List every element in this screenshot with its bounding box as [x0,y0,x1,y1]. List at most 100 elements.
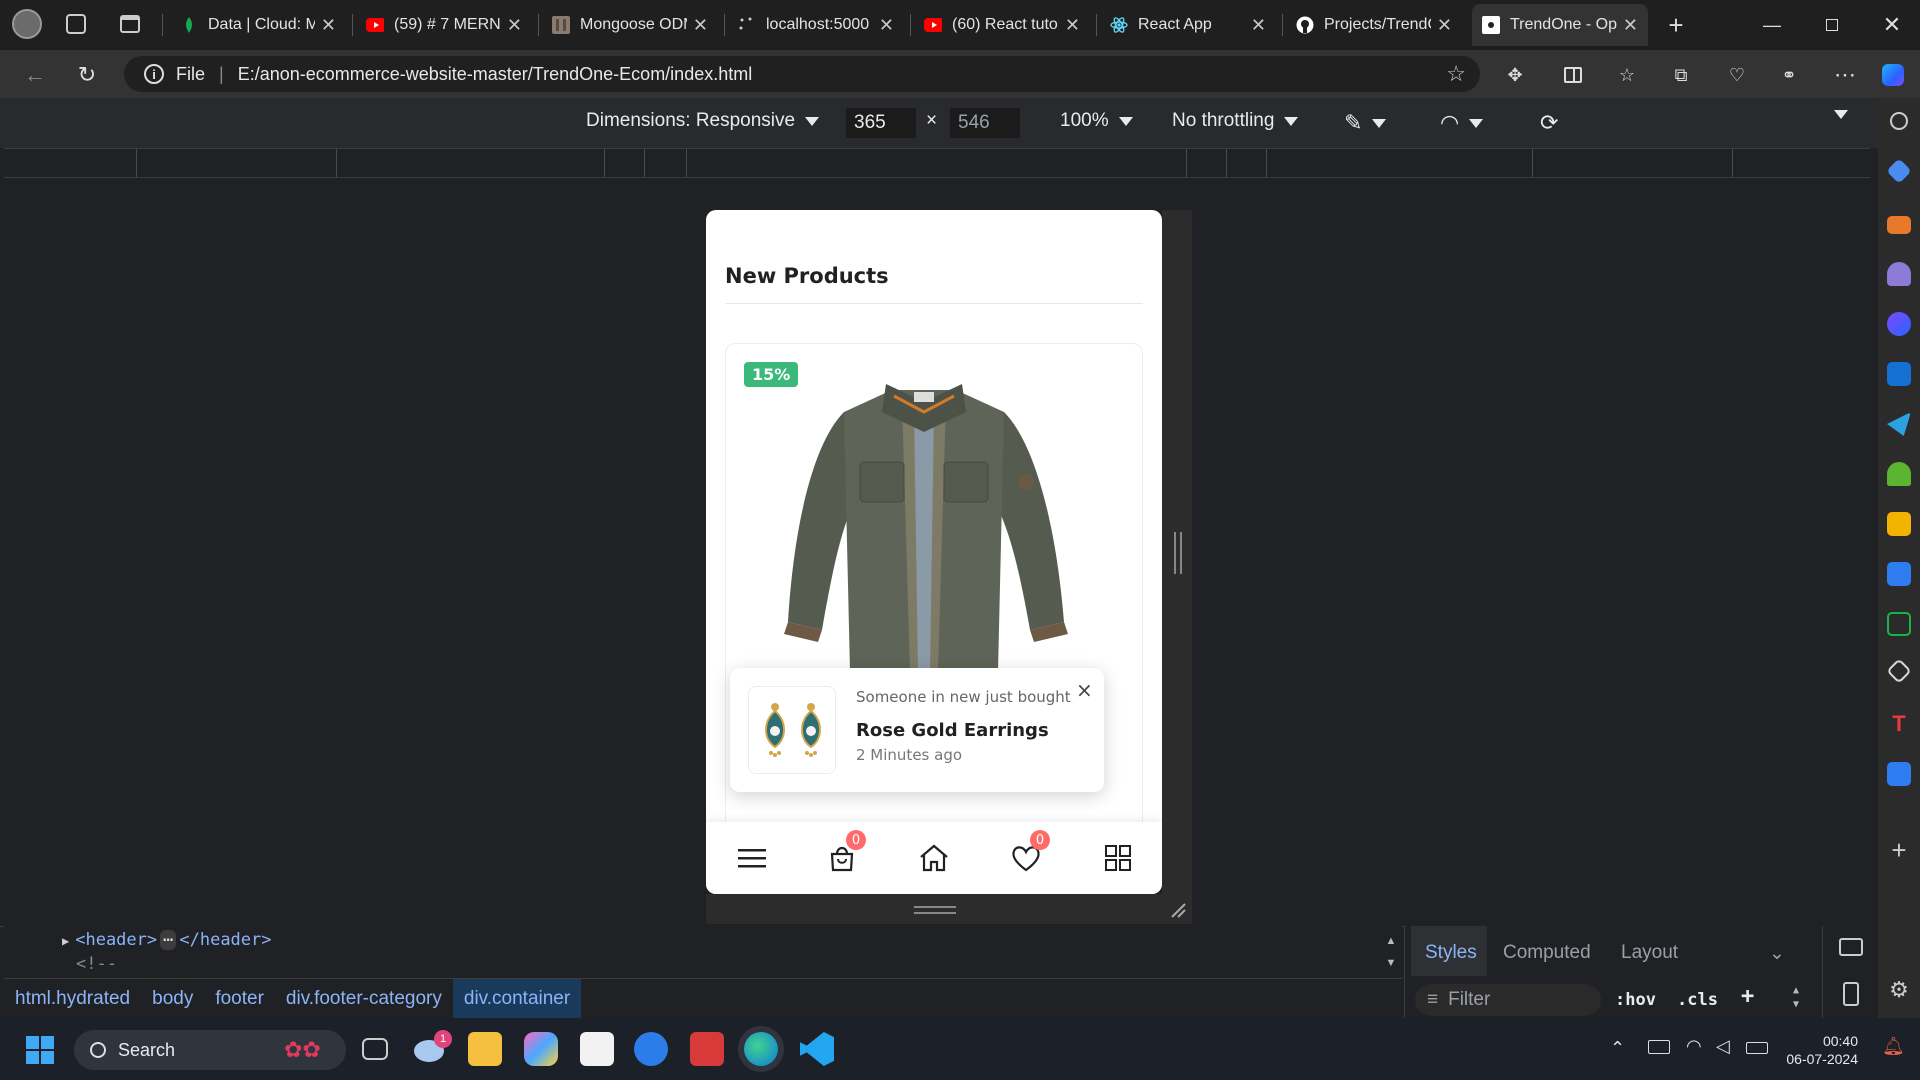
purchase-notification-toast[interactable]: Someone in new just bought Rose Gold Ear… [730,668,1104,792]
tools-briefcase-icon[interactable] [1887,216,1911,234]
product-card[interactable]: 15% [725,343,1143,894]
tab-youtube-mern[interactable]: (59) # 7 MERN ✕ [356,4,532,46]
taskbar-clock[interactable]: 00:40 06-07-2024 [1782,1032,1858,1068]
volume-icon[interactable]: ◁ [1716,1036,1730,1057]
windows-start-icon[interactable] [26,1036,54,1064]
tab-youtube-react[interactable]: (60) React tutor ✕ [914,4,1090,46]
outlook-icon[interactable] [1887,362,1911,386]
tab-localhost[interactable]: localhost:5000 ✕ [728,4,904,46]
zoom-dropdown[interactable]: 100% [1060,110,1133,132]
store-icon[interactable] [580,1032,614,1066]
grip-icon[interactable] [914,906,956,914]
dom-node-header[interactable]: ▶ <header> ⋯ </header> [62,930,272,950]
home-button[interactable] [914,838,954,878]
dimensions-dropdown[interactable]: Dimensions: Responsive [586,110,820,132]
favorite-star-icon[interactable]: ☆ [1446,61,1466,87]
tray-chevron-icon[interactable]: ⌃ [1610,1038,1625,1059]
vision-dropdown[interactable]: ◠ [1440,110,1484,136]
menu-button[interactable] [732,838,772,878]
dock-side-icon[interactable] [1839,938,1863,956]
styles-scroll-arrows[interactable]: ▲ ▼ [1793,984,1799,1012]
vertical-tabs-icon[interactable] [120,15,140,33]
refresh-button[interactable]: ↻ [70,58,104,92]
elements-scrollbar[interactable]: ▲ ▼ [1384,930,1398,976]
favorites-icon[interactable]: ☆ [1610,58,1644,92]
address-bar[interactable]: i File | E:/anon-ecommerce-website-maste… [124,56,1480,92]
share-icon[interactable]: ⚭ [1772,58,1806,92]
copilot-side-icon[interactable] [1887,312,1911,336]
product-image[interactable] [774,372,1074,676]
tab-mongodb-data[interactable]: Data | Cloud: M ✕ [170,4,346,46]
gallery-icon[interactable] [1887,512,1911,536]
games-chess-icon[interactable] [1887,262,1911,286]
copilot-icon[interactable] [1876,58,1910,92]
pattern-icon[interactable] [1886,658,1912,684]
telegram-icon[interactable] [1887,412,1911,436]
edge-browser-icon[interactable] [744,1032,778,1066]
categories-button[interactable] [1098,838,1138,878]
close-tab-icon[interactable]: ✕ [1437,15,1452,36]
tab-trendone[interactable]: TrendOne - Op ✕ [1472,4,1648,46]
tab-layout[interactable]: Layout [1621,942,1678,964]
breadcrumb-item-selected[interactable]: div.container [452,978,582,1019]
search-icon[interactable] [1890,112,1908,130]
workspaces-icon[interactable] [66,14,86,34]
close-tab-icon[interactable]: ✕ [321,15,336,36]
new-style-rule-icon[interactable]: + [1741,984,1754,1009]
file-explorer-icon[interactable] [468,1032,502,1066]
battery-icon[interactable] [1746,1042,1768,1054]
close-tab-icon[interactable]: ✕ [1251,15,1266,36]
copilot-app-icon[interactable] [524,1032,558,1066]
class-toggle-button[interactable]: .cls [1677,990,1718,1010]
taskbar-search[interactable]: Search ✿✿ [74,1030,346,1070]
tab-github-projects[interactable]: Projects/TrendC ✕ [1286,4,1462,46]
tab-computed[interactable]: Computed [1503,942,1591,964]
weather-icon[interactable]: 1 [414,1030,452,1062]
settings-gear-icon[interactable]: ⚙ [1887,978,1911,1002]
vscode-icon[interactable] [800,1032,834,1066]
toast-product-title[interactable]: Rose Gold Earrings [856,720,1049,741]
height-input[interactable] [950,108,1020,138]
forms-icon[interactable] [1887,762,1911,786]
collections-icon[interactable]: ⧉ [1664,58,1698,92]
back-button[interactable]: ← [18,58,52,92]
new-tab-button[interactable]: + [1656,8,1696,42]
notion-green-icon[interactable] [1887,612,1911,636]
styles-filter-input[interactable]: ≡ Filter [1415,984,1601,1016]
keyboard-icon[interactable] [1648,1040,1670,1054]
wifi-icon[interactable]: ◠ [1686,1036,1702,1057]
close-tab-icon[interactable]: ✕ [693,15,708,36]
close-window-button[interactable]: ✕ [1872,8,1912,42]
app-gallery-icon[interactable] [690,1032,724,1066]
grip-icon[interactable] [1174,532,1182,574]
split-screen-icon[interactable] [1556,58,1590,92]
notification-bell-icon[interactable]: 🔔︎ [1882,1036,1905,1057]
breadcrumb-item[interactable]: div.footer-category [275,979,453,1019]
breadcrumb-item[interactable]: html.hydrated [4,979,141,1019]
device-mode-icon[interactable] [1843,982,1859,1006]
play-icon[interactable] [1887,562,1911,586]
width-input[interactable] [846,108,916,138]
ellipsis-icon[interactable]: ⋯ [160,930,177,950]
tree-icon[interactable] [1887,462,1911,486]
rotate-device-icon[interactable]: ⟳ [1540,110,1558,136]
tab-react-app[interactable]: React App ✕ [1100,4,1276,46]
wishlist-button[interactable]: 0 [1006,830,1050,878]
minimize-button[interactable]: — [1752,8,1792,42]
profile-avatar[interactable] [12,9,42,39]
extensions-icon[interactable]: ✥ [1498,58,1532,92]
close-tab-icon[interactable]: ✕ [879,15,894,36]
tab-mongoose-odm[interactable]: Mongoose ODM ✕ [542,4,718,46]
close-icon[interactable]: × [1076,678,1093,702]
eyedropper-dropdown[interactable]: ✎ [1344,110,1387,136]
resize-corner-icon[interactable] [1168,900,1186,918]
shopping-tag-icon[interactable] [1886,158,1912,184]
chevron-down-icon[interactable]: ⌄ [1769,942,1785,965]
tab-styles[interactable]: Styles [1425,942,1477,964]
task-view-icon[interactable] [362,1038,388,1060]
more-options-dropdown[interactable] [1824,110,1848,119]
url-text[interactable]: E:/anon-ecommerce-website-master/TrendOn… [238,64,753,85]
browser-essentials-icon[interactable]: ♡ [1720,58,1754,92]
cart-button[interactable]: 0 [822,830,866,878]
throttling-dropdown[interactable]: No throttling [1172,110,1299,132]
